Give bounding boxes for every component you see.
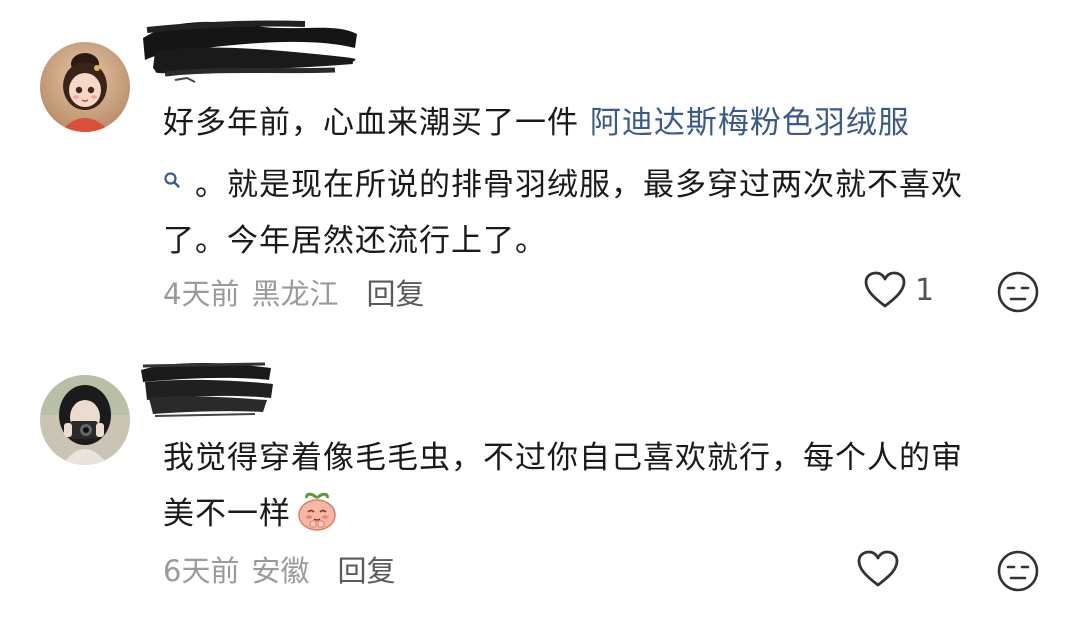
comment-text-line3: 了。今年居然还流行上了。	[163, 223, 547, 259]
like-button[interactable]	[856, 549, 908, 589]
cartoon-girl-avatar-icon	[40, 42, 130, 132]
search-icon[interactable]	[163, 151, 181, 207]
comment-text-line1: 我觉得穿着像毛毛虫，不过你自己喜欢就行，每个人的审	[163, 440, 963, 476]
dislike-button[interactable]	[996, 270, 1040, 318]
avatar[interactable]	[40, 375, 130, 465]
comment-meta: 6天前 安徽 回复	[163, 549, 395, 589]
comment-text: 我觉得穿着像毛毛虫，不过你自己喜欢就行，每个人的审 美不一样	[163, 430, 1043, 550]
comment-text-line2: 。就是现在所说的排骨羽绒服，最多穿过两次就不喜欢	[195, 167, 963, 203]
comment-meta: 4天前 黑龙江 回复	[163, 272, 424, 312]
comment-text: 好多年前，心血来潮买了一件 阿迪达斯梅粉色羽绒服 。就是现在所说的排骨羽绒服，最…	[163, 95, 1043, 269]
product-search-link[interactable]: 阿迪达斯梅粉色羽绒服	[590, 105, 910, 141]
comment-item: 好多年前，心血来潮买了一件 阿迪达斯梅粉色羽绒服 。就是现在所说的排骨羽绒服，最…	[0, 0, 1080, 340]
comment-text-line2: 美不一样	[163, 496, 291, 532]
username-redacted	[135, 8, 365, 92]
dislike-button[interactable]	[996, 549, 1040, 597]
comment-time: 4天前	[163, 277, 240, 311]
like-count: 1	[915, 272, 935, 308]
girl-with-camera-avatar-icon	[40, 375, 130, 465]
comment-text-prefix: 好多年前，心血来潮买了一件	[163, 105, 579, 141]
comment-list: 好多年前，心血来潮买了一件 阿迪达斯梅粉色羽绒服 。就是现在所说的排骨羽绒服，最…	[0, 0, 1080, 633]
comment-item: 我觉得穿着像毛毛虫，不过你自己喜欢就行，每个人的审 美不一样 6天前 安徽 回复	[0, 340, 1080, 633]
neutral-face-icon	[997, 271, 1039, 313]
reply-button[interactable]: 回复	[337, 548, 395, 590]
comment-time: 6天前	[163, 554, 240, 588]
avatar[interactable]	[40, 42, 130, 132]
comment-location: 黑龙江	[251, 277, 339, 311]
username-redacted	[135, 354, 280, 428]
like-button[interactable]: 1	[863, 270, 934, 310]
comment-location: 安徽	[251, 554, 310, 588]
heart-icon	[857, 550, 899, 587]
heart-icon	[864, 271, 906, 308]
shy-peach-emoji-icon	[295, 490, 339, 550]
neutral-face-icon	[997, 550, 1039, 592]
reply-button[interactable]: 回复	[366, 271, 424, 313]
